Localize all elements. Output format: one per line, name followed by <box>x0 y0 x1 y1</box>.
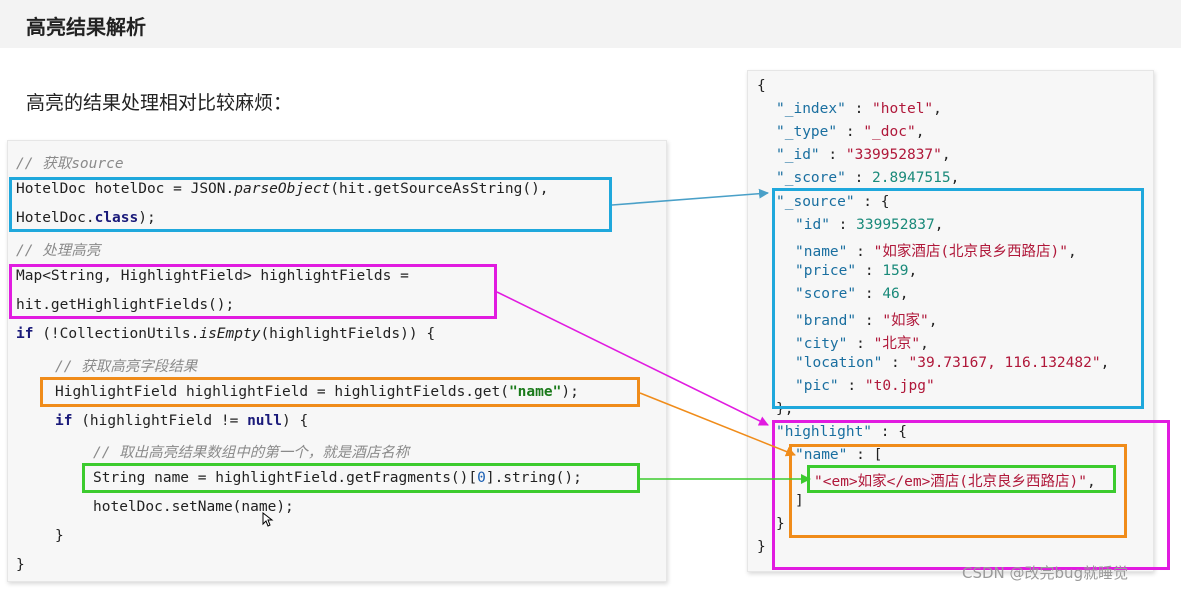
csdn-watermark: CSDN @改完bug就睡觉 <box>962 564 1129 582</box>
arrow-name-field <box>639 392 796 457</box>
connector-arrows <box>496 188 811 484</box>
arrow-source <box>611 188 769 206</box>
arrow-highlight <box>496 291 769 426</box>
mouse-cursor-icon <box>262 512 274 527</box>
